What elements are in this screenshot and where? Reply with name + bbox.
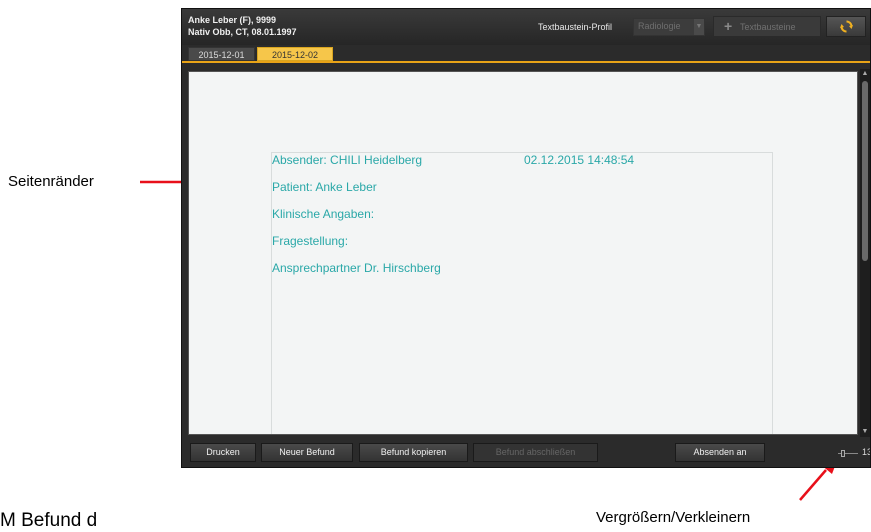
report-window: Anke Leber (F), 9999 Nativ Obb, CT, 08.0… — [181, 8, 871, 468]
patient-line: Patient: Anke Leber — [272, 180, 377, 194]
document-viewer: Absender: CHILI Heidelberg 02.12.2015 14… — [188, 71, 858, 435]
zoom-value: 13 — [862, 447, 870, 457]
vertical-scrollbar[interactable]: ▲ ▼ — [860, 69, 870, 437]
question-line: Fragestellung: — [272, 234, 349, 248]
scroll-down-icon[interactable]: ▼ — [860, 427, 870, 437]
new-report-button[interactable]: Neuer Befund — [261, 443, 353, 462]
window-header: Anke Leber (F), 9999 Nativ Obb, CT, 08.0… — [182, 9, 870, 45]
textbausteine-button[interactable]: + Textbausteine — [713, 16, 821, 37]
print-button[interactable]: Drucken — [190, 443, 256, 462]
close-report-button[interactable]: Befund abschließen — [473, 443, 598, 462]
scroll-thumb[interactable] — [862, 81, 868, 261]
zoom-slider[interactable] — [838, 450, 858, 457]
page-margins-box: Absender: CHILI Heidelberg 02.12.2015 14… — [271, 152, 773, 434]
tab-2015-12-01[interactable]: 2015-12-01 — [188, 47, 255, 61]
profile-select[interactable]: Radiologie ▼ — [633, 18, 705, 36]
chevron-down-icon: ▼ — [694, 19, 704, 35]
contact-line: Ansprechpartner Dr. Hirschberg — [272, 261, 441, 275]
zoom-slider-knob[interactable] — [841, 450, 845, 457]
refresh-button[interactable] — [826, 16, 866, 37]
scroll-up-icon[interactable]: ▲ — [860, 69, 870, 79]
profile-label: Textbaustein-Profil — [538, 22, 613, 32]
patient-name: Anke Leber (F), 9999 — [188, 15, 277, 25]
footer-toolbar: Drucken Neuer Befund Befund kopieren Bef… — [182, 437, 870, 467]
tab-2015-12-02[interactable]: 2015-12-02 — [257, 47, 333, 61]
sender-line: Absender: CHILI Heidelberg — [272, 153, 423, 167]
date-tabs: 2015-12-01 2015-12-02 — [182, 45, 870, 63]
clinical-line: Klinische Angaben: — [272, 207, 375, 221]
profile-select-value: Radiologie — [638, 21, 681, 31]
study-info: Nativ Obb, CT, 08.01.1997 — [188, 27, 297, 37]
refresh-icon — [840, 20, 853, 33]
copy-report-button[interactable]: Befund kopieren — [359, 443, 468, 462]
textbausteine-label: Textbausteine — [740, 22, 796, 32]
timestamp: 02.12.2015 14:48:54 — [524, 153, 635, 167]
send-to-button[interactable]: Absenden an — [675, 443, 765, 462]
plus-icon: + — [724, 18, 733, 34]
